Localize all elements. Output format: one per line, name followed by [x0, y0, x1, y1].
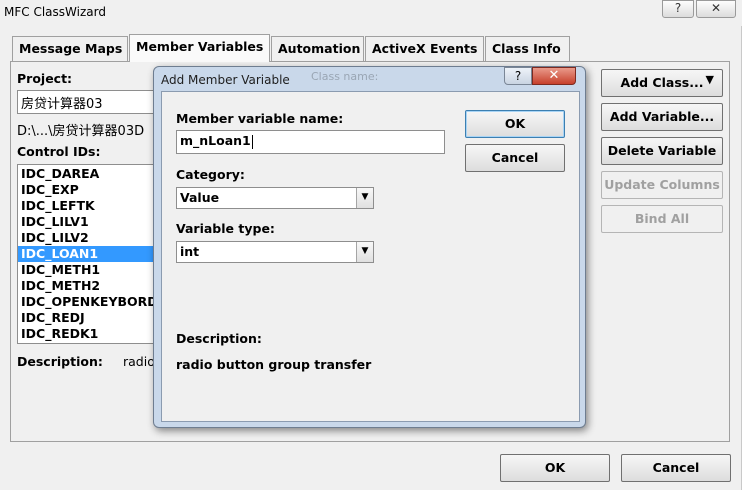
dialog-cancel-button[interactable]: Cancel: [465, 144, 565, 172]
tab-automation[interactable]: Automation: [271, 36, 364, 62]
dialog-description-value: radio button group transfer: [176, 357, 372, 372]
control-ids-list[interactable]: IDC_DAREA IDC_EXP IDC_LEFTK IDC_LILV1 ID…: [17, 164, 167, 344]
dialog-title: Add Member Variable: [161, 73, 290, 87]
list-item[interactable]: IDC_LILV1: [18, 214, 166, 230]
close-icon: ✕: [548, 68, 560, 83]
help-icon: ?: [674, 1, 682, 15]
dialog-help-button[interactable]: ?: [504, 67, 532, 85]
close-button[interactable]: ✕: [696, 0, 736, 18]
project-path: D:\...\房贷计算器03D: [17, 124, 145, 139]
update-columns-button[interactable]: Update Columns: [601, 171, 723, 199]
add-member-variable-dialog: Add Member Variable Class name: ? ✕ Memb…: [153, 66, 586, 428]
cancel-button[interactable]: Cancel: [621, 454, 731, 482]
category-label: Category:: [176, 167, 245, 182]
variable-type-select[interactable]: int ▼: [176, 241, 374, 263]
control-ids-label: Control IDs:: [17, 144, 101, 159]
list-item[interactable]: IDC_OPENKEYBORD: [18, 294, 166, 310]
list-item-selected[interactable]: IDC_LOAN1: [18, 246, 166, 262]
list-item[interactable]: IDC_LILV2: [18, 230, 166, 246]
dialog-description-label: Description:: [176, 331, 262, 346]
list-item[interactable]: IDC_METH1: [18, 262, 166, 278]
title-bar: MFC ClassWizard ? ✕: [0, 0, 742, 26]
close-icon: ✕: [710, 1, 722, 15]
project-label: Project:: [17, 71, 73, 86]
bind-all-button[interactable]: Bind All: [601, 205, 723, 233]
add-class-label: Add Class...: [620, 75, 704, 90]
ok-button[interactable]: OK: [500, 454, 610, 482]
list-item[interactable]: IDC_METH2: [18, 278, 166, 294]
member-name-input[interactable]: m_nLoan1: [176, 130, 445, 154]
add-class-button[interactable]: Add Class... ▼: [601, 69, 723, 97]
project-combo[interactable]: 房贷计算器03: [17, 90, 167, 114]
description-value: radio: [123, 354, 155, 369]
category-select[interactable]: Value ▼: [176, 187, 374, 209]
dialog-ghost-text: Class name:: [311, 70, 379, 83]
add-variable-button[interactable]: Add Variable...: [601, 103, 723, 131]
list-item[interactable]: IDC_DAREA: [18, 166, 166, 182]
window-title: MFC ClassWizard: [4, 5, 106, 19]
description-label: Description:: [17, 354, 103, 369]
delete-variable-button[interactable]: Delete Variable: [601, 137, 723, 165]
list-item[interactable]: IDC_REDK1: [18, 326, 166, 342]
tab-member-variables[interactable]: Member Variables: [129, 34, 270, 62]
tab-message-maps[interactable]: Message Maps: [12, 36, 128, 62]
variable-type-label: Variable type:: [176, 221, 275, 236]
text-caret: [251, 134, 253, 149]
footer: OK Cancel: [0, 442, 742, 490]
chevron-down-icon[interactable]: ▼: [356, 188, 373, 208]
tab-activex-events[interactable]: ActiveX Events: [365, 36, 484, 62]
member-name-label: Member variable name:: [176, 111, 344, 126]
dropdown-arrow-icon: ▼: [705, 73, 714, 86]
list-item[interactable]: IDC_LEFTK: [18, 198, 166, 214]
list-item[interactable]: IDC_EXP: [18, 182, 166, 198]
chevron-down-icon[interactable]: ▼: [356, 242, 373, 262]
category-value: Value: [180, 190, 220, 205]
tab-class-info[interactable]: Class Info: [485, 36, 570, 62]
dialog-close-button[interactable]: ✕: [532, 67, 576, 85]
member-name-value: m_nLoan1: [180, 133, 251, 148]
help-icon: ?: [514, 69, 522, 83]
help-button[interactable]: ?: [662, 0, 694, 18]
variable-type-value: int: [180, 244, 200, 259]
list-item[interactable]: IDC_REDJ: [18, 310, 166, 326]
dialog-client-area: Member variable name: m_nLoan1 Category:…: [161, 91, 580, 422]
dialog-ok-button[interactable]: OK: [465, 110, 565, 138]
